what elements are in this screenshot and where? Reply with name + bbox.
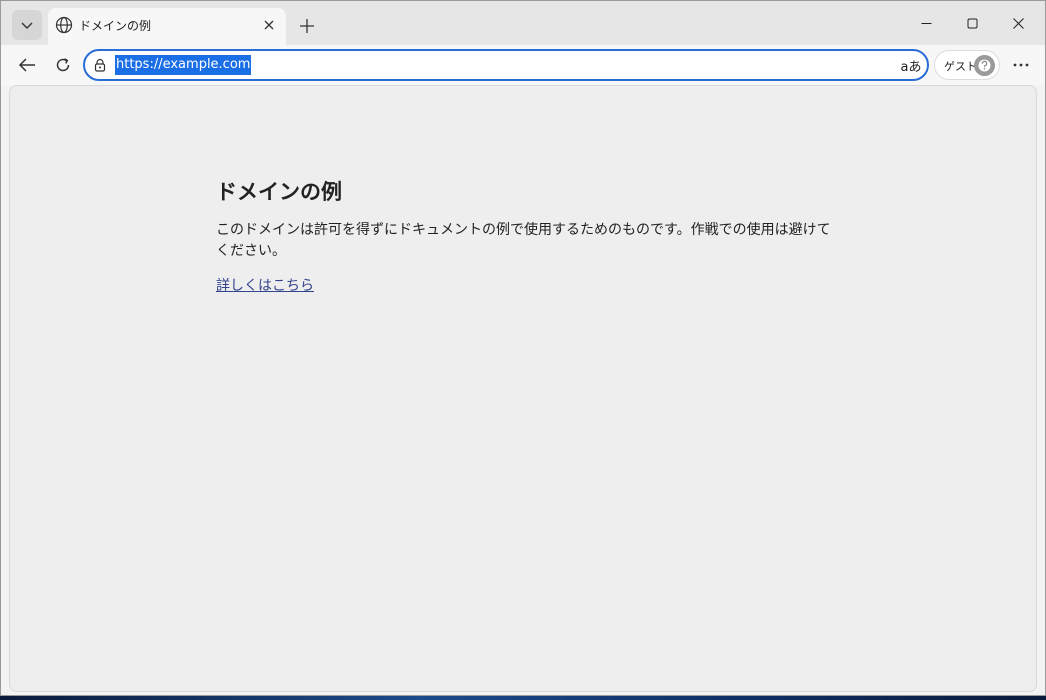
address-bar[interactable]: https://example.com aあ — [83, 49, 929, 81]
guest-avatar-icon — [974, 55, 995, 76]
profile-label: ゲスト — [944, 60, 977, 73]
tab-title: ドメインの例 — [79, 19, 152, 33]
browser-window: ドメインの例 https://example.com aあ ゲスト ドメインの例… — [0, 0, 1046, 696]
more-horizontal-icon — [1013, 63, 1029, 67]
maximize-button[interactable] — [949, 7, 995, 39]
maximize-icon — [967, 18, 977, 28]
close-window-icon — [1012, 17, 1024, 29]
plus-icon — [300, 19, 314, 33]
minimize-button[interactable] — [903, 7, 949, 39]
read-aloud-icon: aあ — [900, 59, 922, 75]
profile-button[interactable]: ゲスト — [934, 50, 1000, 80]
chevron-down-icon — [21, 22, 33, 29]
tab-close-button[interactable] — [258, 14, 280, 36]
page-content: ドメインの例 このドメインは許可を得ずにドキュメントの例で使用するためのものです… — [216, 178, 836, 296]
close-window-button[interactable] — [995, 7, 1041, 39]
more-info-link[interactable]: 詳しくはこちら — [216, 276, 314, 296]
close-icon — [264, 20, 274, 30]
page-body-text: このドメインは許可を得ずにドキュメントの例で使用するためのものです。作戦での使用… — [216, 222, 831, 259]
tab-list-button[interactable] — [12, 10, 42, 40]
arrow-left-icon — [18, 58, 35, 72]
globe-icon — [55, 16, 73, 34]
lock-icon[interactable] — [93, 58, 107, 72]
page-title: ドメインの例 — [216, 180, 342, 204]
back-button[interactable] — [12, 51, 42, 79]
read-aloud-button[interactable]: aあ — [899, 55, 923, 75]
active-tab[interactable]: ドメインの例 — [48, 8, 286, 45]
reload-button[interactable] — [48, 51, 78, 79]
minimize-icon — [921, 22, 931, 24]
more-button[interactable] — [1006, 51, 1036, 79]
toolbar: https://example.com aあ ゲスト — [1, 45, 1045, 85]
tab-bar: ドメインの例 — [1, 1, 1045, 45]
page-viewport: ドメインの例 このドメインは許可を得ずにドキュメントの例で使用するためのものです… — [9, 85, 1037, 692]
new-tab-button[interactable] — [293, 12, 321, 40]
reload-icon — [56, 58, 70, 72]
url-text[interactable]: https://example.com — [115, 55, 252, 75]
